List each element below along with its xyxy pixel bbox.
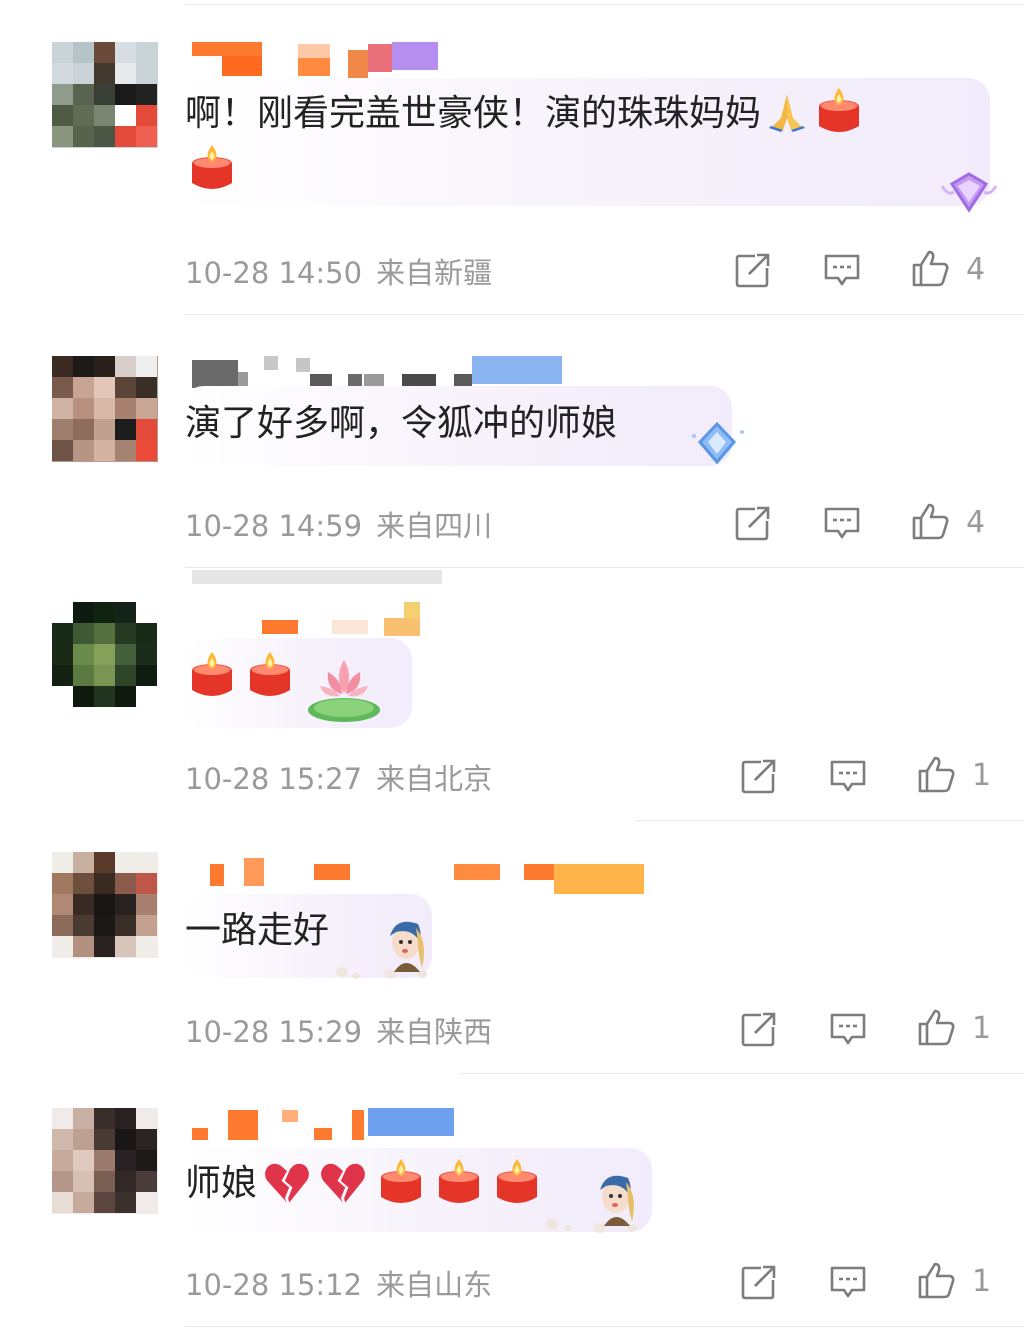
comment-text: 啊！刚看完盖世豪侠！演的珠珠妈妈: [185, 86, 861, 142]
comment-emojis: [190, 650, 394, 730]
reply-icon[interactable]: [828, 1009, 868, 1049]
divider: [460, 1073, 1024, 1074]
broken-heart-emoji: [319, 1159, 367, 1207]
like-icon[interactable]: [910, 248, 950, 288]
like-count: 1: [972, 1011, 992, 1046]
comment-time: 10-28 15:27: [185, 762, 363, 796]
candle-emoji: [190, 650, 234, 700]
divider: [636, 820, 1024, 821]
forward-icon[interactable]: [739, 1262, 779, 1302]
like-count: 1: [972, 1264, 992, 1299]
comment-text: 师娘: [185, 1156, 539, 1212]
candle-emoji: [817, 86, 861, 136]
broken-heart-emoji: [263, 1159, 311, 1207]
reply-icon[interactable]: [822, 250, 862, 290]
quote-strip: [192, 570, 442, 584]
pearl-girl-sticker: [336, 921, 427, 979]
like-icon[interactable]: [916, 1260, 956, 1300]
username-blurred[interactable]: [192, 1106, 652, 1142]
forward-icon[interactable]: [739, 1009, 779, 1049]
comment-location: 来自北京: [376, 762, 493, 796]
comment-time: 10-28 15:29: [185, 1015, 363, 1049]
reply-icon[interactable]: [828, 1262, 868, 1302]
pearl-girl-sticker: [546, 1175, 637, 1233]
candle-emoji: [248, 650, 292, 700]
comment-time: 10-28 14:50: [185, 256, 363, 290]
diamond-badge: [692, 421, 744, 465]
avatar[interactable]: [52, 602, 158, 708]
comment-text: 一路走好: [185, 910, 330, 951]
divider: [185, 4, 1024, 5]
reply-icon[interactable]: [822, 503, 862, 543]
comment-location: 来自陕西: [376, 1015, 493, 1049]
lotus-emoji: [308, 660, 380, 722]
divider: [185, 567, 1024, 568]
comment-time: 10-28 14:59: [185, 509, 363, 543]
avatar[interactable]: [52, 356, 158, 462]
comment-meta: 10-28 14:59 来自四川: [185, 503, 506, 545]
avatar[interactable]: [52, 852, 158, 958]
comment-text: 演了好多啊，令狐冲的师娘: [185, 403, 618, 444]
username-blurred[interactable]: [192, 600, 652, 636]
divider: [185, 1326, 1024, 1327]
candle-emoji: [437, 1157, 481, 1207]
comment-time: 10-28 15:12: [185, 1268, 363, 1302]
diamond-badge: [940, 172, 998, 213]
pray-emoji: [769, 94, 806, 132]
avatar[interactable]: [52, 1108, 158, 1214]
like-count: 1: [972, 758, 992, 793]
forward-icon[interactable]: [733, 503, 773, 543]
like-icon[interactable]: [916, 1007, 956, 1047]
candle-emoji: [379, 1157, 423, 1207]
comment-meta: 10-28 15:12 来自山东: [185, 1262, 506, 1304]
like-count: 4: [966, 505, 986, 540]
comment-meta: 10-28 14:50 来自新疆: [185, 250, 506, 292]
comment-location: 来自新疆: [376, 256, 493, 290]
forward-icon[interactable]: [733, 250, 773, 290]
forward-icon[interactable]: [739, 756, 779, 796]
username-blurred[interactable]: [192, 852, 652, 894]
like-icon[interactable]: [916, 754, 956, 794]
reply-icon[interactable]: [828, 756, 868, 796]
username-blurred[interactable]: [192, 40, 652, 78]
username-blurred[interactable]: [192, 354, 652, 390]
candle-emoji: [190, 143, 234, 197]
like-count: 4: [966, 252, 986, 287]
comment-meta: 10-28 15:29 来自陕西: [185, 1009, 506, 1051]
comment-location: 来自山东: [376, 1268, 493, 1302]
candle-emoji: [495, 1157, 539, 1207]
comment-meta: 10-28 15:27 来自北京: [185, 756, 506, 798]
like-icon[interactable]: [910, 501, 950, 541]
divider: [185, 314, 1024, 315]
comment-location: 来自四川: [376, 509, 493, 543]
avatar[interactable]: [52, 42, 158, 148]
